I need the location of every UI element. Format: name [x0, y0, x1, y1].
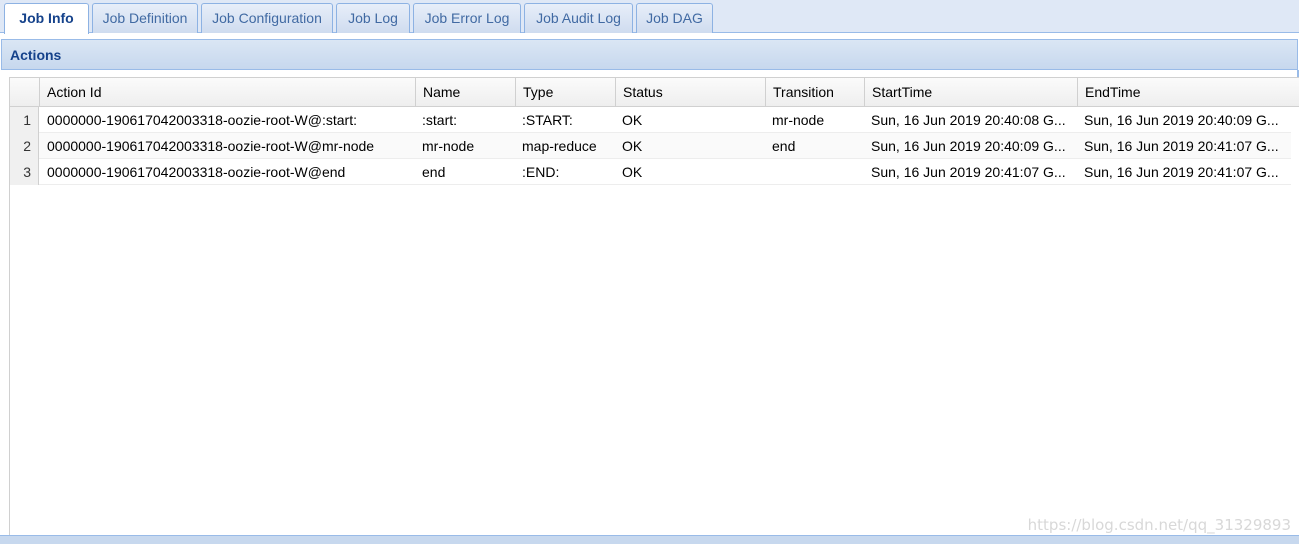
column-header-name[interactable]: Name [415, 78, 515, 107]
cell-status: OK [622, 164, 643, 180]
column-header-type[interactable]: Type [515, 78, 615, 107]
actions-panel-title: Actions [1, 39, 1298, 70]
cell-action-id: 0000000-190617042003318-oozie-root-W@:st… [47, 112, 357, 128]
tab-job-error-log[interactable]: Job Error Log [413, 3, 521, 33]
column-header-status[interactable]: Status [615, 78, 765, 107]
cell-starttime: Sun, 16 Jun 2019 20:40:08 G... [871, 112, 1066, 128]
cell-type: :END: [522, 164, 560, 180]
cell-starttime: Sun, 16 Jun 2019 20:40:09 G... [871, 138, 1066, 154]
cell-status: OK [622, 138, 643, 154]
cell-name: :start: [422, 112, 458, 128]
bottom-border [0, 535, 1299, 544]
actions-grid: Action Id Name Type Status Transition St… [9, 77, 1299, 535]
cell-action-id: 0000000-190617042003318-oozie-root-W@end [47, 164, 346, 180]
cell-status: OK [622, 112, 643, 128]
watermark: https://blog.csdn.net/qq_31329893 [1027, 516, 1291, 534]
cell-endtime: Sun, 16 Jun 2019 20:40:09 G... [1084, 112, 1279, 128]
cell-type: :START: [522, 112, 573, 128]
tab-job-configuration[interactable]: Job Configuration [201, 3, 333, 33]
column-header-endtime[interactable]: EndTime [1077, 78, 1291, 107]
cell-name: mr-node [422, 138, 475, 154]
grid-header: Action Id Name Type Status Transition St… [10, 77, 1299, 107]
tab-job-audit-log[interactable]: Job Audit Log [524, 3, 633, 33]
cell-endtime: Sun, 16 Jun 2019 20:41:07 G... [1084, 138, 1279, 154]
tab-job-log[interactable]: Job Log [336, 3, 410, 33]
cell-transition: end [772, 138, 796, 154]
cell-action-id: 0000000-190617042003318-oozie-root-W@mr-… [47, 138, 375, 154]
cell-transition: mr-node [772, 112, 825, 128]
cell-transition [765, 159, 864, 185]
cell-type: map-reduce [522, 138, 597, 154]
tab-bar: Job Info Job Definition Job Configuratio… [0, 0, 1299, 34]
row-number: 1 [10, 107, 39, 133]
cell-endtime: Sun, 16 Jun 2019 20:41:07 G... [1084, 164, 1279, 180]
tab-job-definition[interactable]: Job Definition [92, 3, 198, 33]
column-header-action-id[interactable]: Action Id [39, 78, 415, 107]
cell-name: end [422, 164, 446, 180]
column-header-transition[interactable]: Transition [765, 78, 864, 107]
cell-starttime: Sun, 16 Jun 2019 20:41:07 G... [871, 164, 1066, 180]
table-row[interactable]: 1 0000000-190617042003318-oozie-root-W@:… [10, 107, 1291, 133]
table-row[interactable]: 2 0000000-190617042003318-oozie-root-W@m… [10, 133, 1291, 159]
tab-job-dag[interactable]: Job DAG [636, 3, 713, 33]
row-number: 3 [10, 159, 39, 185]
row-number: 2 [10, 133, 39, 159]
table-row[interactable]: 3 0000000-190617042003318-oozie-root-W@e… [10, 159, 1291, 185]
tab-job-info[interactable]: Job Info [4, 3, 89, 34]
column-header-starttime[interactable]: StartTime [864, 78, 1077, 107]
